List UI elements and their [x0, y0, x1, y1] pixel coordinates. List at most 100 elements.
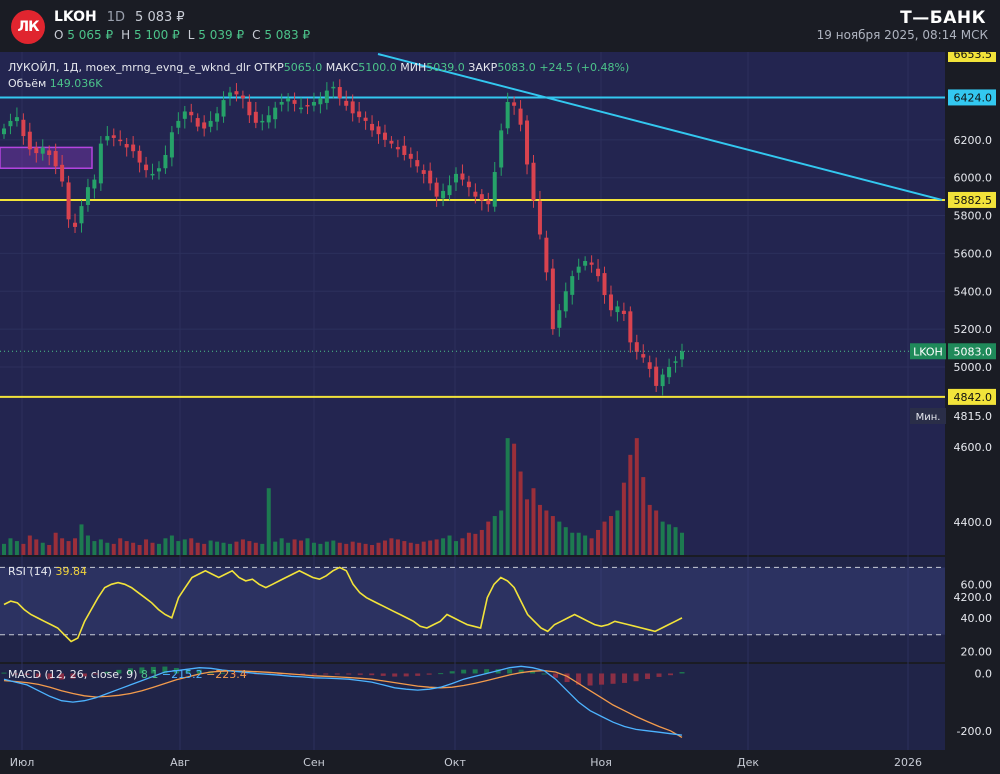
last-price: 5 083 ₽: [135, 10, 185, 25]
volume-bar: [311, 542, 316, 555]
candle-body: [66, 182, 71, 220]
volume-bar: [240, 539, 245, 555]
macd-hist-bar: [645, 673, 651, 679]
volume-bar: [460, 538, 465, 555]
candle-body: [40, 147, 45, 154]
volume-bar: [589, 538, 594, 555]
candle-body: [602, 273, 607, 296]
ohlc-low: L 5 039 ₽: [187, 28, 245, 42]
macd-legend: MACD (12, 26, close, 9) 8.1 −215.2 −223.…: [8, 668, 247, 681]
candle-body: [92, 179, 97, 189]
x-tick-label: Сен: [303, 756, 325, 769]
candle-body: [512, 102, 517, 106]
macd-hist-bar: [426, 673, 432, 675]
volume-bar: [215, 541, 220, 555]
volume-bar: [305, 538, 310, 555]
candle-body: [311, 101, 316, 106]
volume-bar: [176, 541, 181, 555]
macd-hist-bar: [610, 673, 616, 684]
volume-bar: [286, 542, 291, 555]
volume-bar: [8, 538, 13, 555]
volume-bar: [350, 541, 355, 555]
volume-bar: [596, 529, 601, 555]
rsi-legend: RSI (14) 39.84: [8, 565, 87, 578]
candle-body: [221, 100, 226, 117]
candle-body: [434, 182, 439, 197]
candle-body: [421, 170, 426, 174]
candle-body: [34, 147, 39, 154]
candle-body: [531, 162, 536, 201]
candle-body: [292, 100, 297, 104]
candle-body: [654, 366, 659, 386]
candle-body: [318, 98, 323, 105]
candle-body: [641, 354, 646, 358]
candle-body: [608, 294, 613, 311]
candle-body: [525, 120, 530, 165]
macd-hist-bar: [507, 669, 513, 674]
candle-body: [60, 164, 65, 182]
volume-bar: [105, 542, 110, 555]
timeframe[interactable]: 1D: [107, 10, 125, 25]
candle-body: [53, 151, 58, 167]
price-level-label: 5882.5: [954, 194, 993, 207]
volume-bar: [473, 533, 478, 555]
macd-hist-bar: [380, 673, 386, 676]
volume-bar: [654, 510, 659, 555]
volume-bar: [408, 542, 413, 555]
candle-body: [447, 185, 452, 196]
candle-body: [8, 120, 13, 127]
price-pane-bg: [0, 52, 945, 555]
candle-body: [460, 173, 465, 180]
volume-bar: [608, 516, 613, 555]
ohlc-high: H 5 100 ₽: [121, 28, 180, 42]
candle-body: [182, 111, 187, 119]
volume-bar: [260, 543, 265, 555]
candle-body: [337, 87, 342, 99]
volume-bar: [389, 538, 394, 555]
candle-body: [395, 147, 400, 150]
candle-body: [576, 266, 581, 273]
candle-body: [363, 117, 368, 121]
candle-body: [589, 262, 594, 265]
candle-body: [73, 222, 78, 227]
volume-bar: [137, 544, 142, 555]
volume-bar: [615, 510, 620, 555]
candle-body: [273, 107, 278, 120]
time-axis-bg: [0, 750, 1000, 774]
rsi-band: [0, 567, 945, 635]
volume-bar: [576, 532, 581, 555]
y-tick-label: 6200.0: [954, 134, 993, 147]
candle-body: [389, 140, 394, 144]
ohlc-close: C 5 083 ₽: [252, 28, 311, 42]
candle-body: [331, 86, 336, 89]
volume-bar: [557, 521, 562, 555]
candle-body: [344, 100, 349, 106]
y-tick-label: 5400.0: [954, 285, 993, 298]
volume-bar: [66, 541, 71, 555]
volume-bar: [85, 535, 90, 555]
volume-bar: [195, 542, 200, 555]
x-tick-label: Июл: [10, 756, 35, 769]
volume-bar: [253, 542, 258, 555]
volume-bar: [660, 521, 665, 555]
volume-bar: [428, 540, 433, 555]
y-tick-label: 5800.0: [954, 210, 993, 223]
ticker-symbol[interactable]: LKOH: [54, 9, 97, 25]
candle-body: [85, 187, 90, 205]
x-tick-label: 2026: [894, 756, 922, 769]
volume-tick-label: 4400.0: [954, 516, 993, 529]
macd-tick-label: 0.0: [975, 667, 993, 680]
macd-hist-bar: [415, 673, 421, 676]
volume-bar: [98, 539, 103, 555]
chart-canvas[interactable]: Июл Авг Сен Окт Ноя Дек 2026 6200.0 6000.0 5800.0…: [0, 52, 1000, 774]
candle-body: [382, 132, 387, 140]
volume-legend: Объём 149.036K: [8, 77, 103, 90]
candle-body: [370, 123, 375, 131]
ohlc-open: O 5 065 ₽: [54, 28, 114, 42]
volume-bar: [563, 527, 568, 555]
candle-body: [505, 101, 510, 129]
volume-bar: [525, 499, 530, 555]
candle-body: [118, 139, 123, 142]
volume-bar: [124, 541, 129, 555]
candle-body: [208, 120, 213, 127]
